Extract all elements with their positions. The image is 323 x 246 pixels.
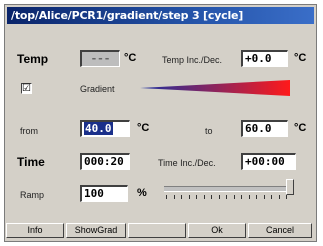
ramp-label: Ramp xyxy=(20,190,45,200)
slider-tick xyxy=(188,195,190,199)
from-unit: °C xyxy=(137,122,150,134)
slider-tick xyxy=(248,195,250,199)
slider-tick xyxy=(203,195,205,199)
ramp-field[interactable]: 100 xyxy=(80,185,128,202)
to-label: to xyxy=(205,126,213,136)
time-inc-label: Time Inc./Dec. xyxy=(158,158,216,168)
slider-tick xyxy=(233,195,235,199)
ramp-unit: % xyxy=(137,187,147,199)
window-title: /top/Alice/PCR1/gradient/step 3 [cycle] xyxy=(7,7,314,24)
info-button[interactable]: Info xyxy=(6,223,64,238)
from-value: 40.0 xyxy=(84,122,113,135)
temp-inc-unit: °C xyxy=(294,52,307,64)
slider-tick xyxy=(173,195,175,199)
showgrad-button[interactable]: ShowGrad xyxy=(66,223,126,238)
slider-tick xyxy=(181,195,182,199)
gradient-indicator xyxy=(140,80,290,96)
temp-unit: °C xyxy=(124,52,137,64)
ramp-slider-track[interactable] xyxy=(164,186,292,192)
ok-button[interactable]: Ok xyxy=(188,223,246,238)
blank-button[interactable] xyxy=(128,223,186,238)
gradient-checkbox[interactable]: ☑ xyxy=(21,83,32,94)
slider-tick xyxy=(271,195,272,199)
slider-tick xyxy=(286,195,287,199)
ramp-slider-thumb[interactable] xyxy=(286,179,294,195)
cancel-button[interactable]: Cancel xyxy=(248,223,312,238)
slider-tick xyxy=(263,195,265,199)
temp-label: Temp xyxy=(17,52,49,66)
temp-field[interactable]: --- xyxy=(80,50,120,67)
time-inc-field[interactable]: +00:00 xyxy=(241,153,296,170)
temp-inc-field[interactable]: +0.0 xyxy=(241,50,288,67)
slider-tick xyxy=(241,195,242,199)
from-label: from xyxy=(20,126,38,136)
to-field[interactable]: 60.0 xyxy=(241,120,288,137)
from-field[interactable]: 40.0 xyxy=(80,120,130,137)
slider-tick xyxy=(226,195,227,199)
slider-tick xyxy=(256,195,257,199)
slider-tick xyxy=(166,195,167,199)
slider-tick xyxy=(196,195,197,199)
time-field[interactable]: 000:20 xyxy=(80,153,130,170)
slider-tick xyxy=(211,195,212,199)
time-label: Time xyxy=(17,155,45,169)
to-unit: °C xyxy=(294,122,307,134)
gradient-label: Gradient xyxy=(80,84,115,94)
temp-inc-label: Temp Inc./Dec. xyxy=(162,55,223,65)
slider-tick xyxy=(278,195,280,199)
slider-tick xyxy=(218,195,220,199)
